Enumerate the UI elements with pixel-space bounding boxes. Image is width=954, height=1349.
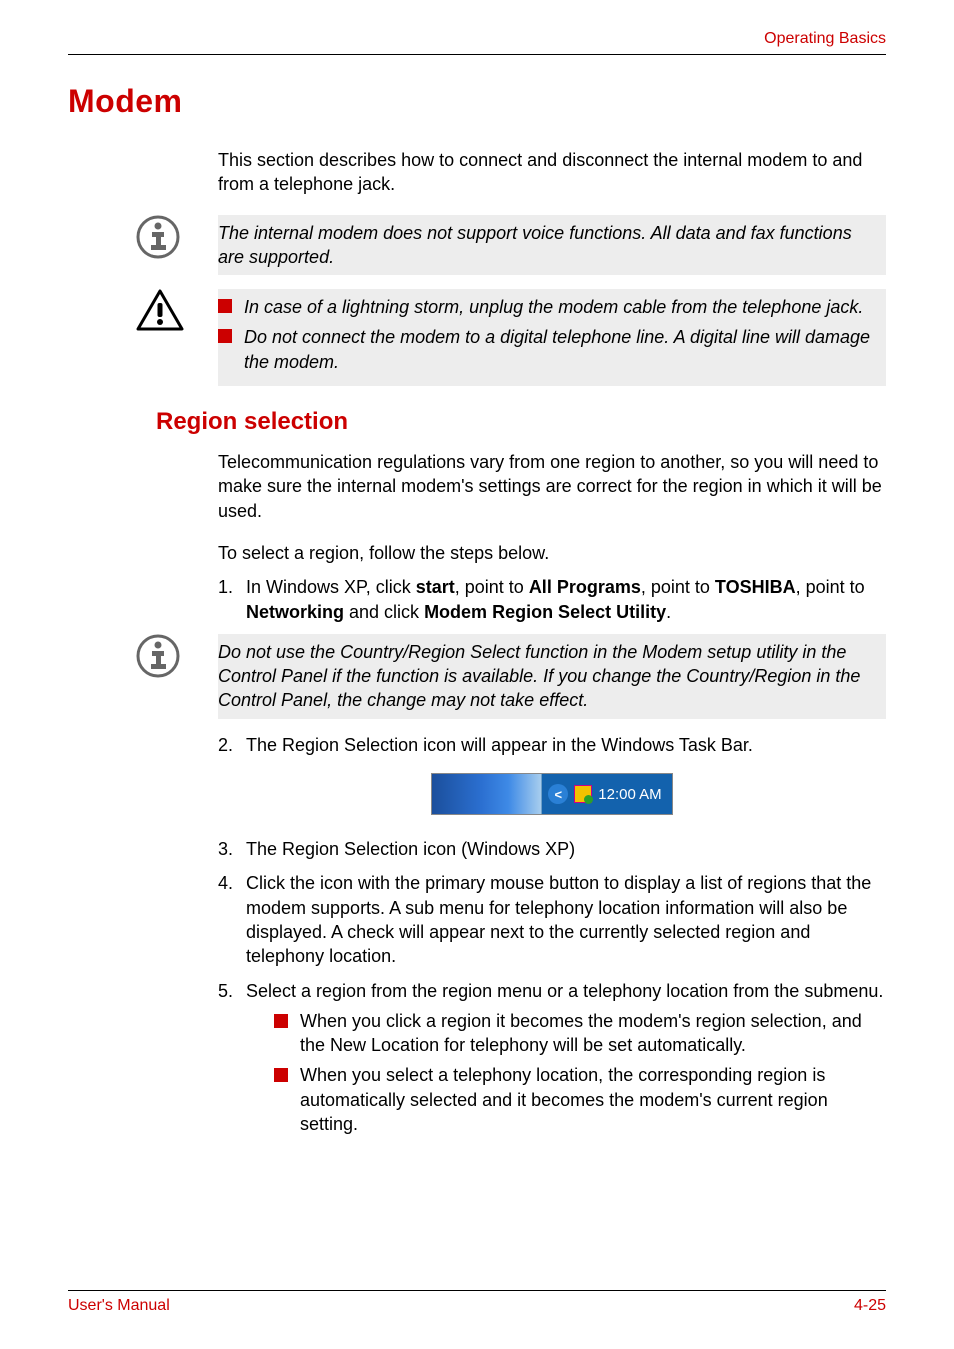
taskbar-gradient — [432, 774, 542, 814]
step-2: 2. The Region Selection icon will appear… — [218, 733, 886, 757]
step-1-b4: Networking — [246, 602, 344, 622]
warning-note: In case of a lightning storm, unplug the… — [68, 289, 886, 386]
subsection-title-region: Region selection — [156, 408, 886, 436]
footer-left: User's Manual — [68, 1297, 170, 1315]
footer-right: 4-25 — [854, 1297, 886, 1315]
step-4: 4. Click the icon with the primary mouse… — [218, 871, 886, 968]
step-1: 1. In Windows XP, click start, point to … — [218, 575, 886, 624]
step-5-sub-1: When you click a region it becomes the m… — [274, 1009, 886, 1058]
region-selection-tray-icon — [574, 785, 592, 803]
warning-bullet-2-text: Do not connect the modem to a digital te… — [244, 325, 876, 374]
step-1-b5: Modem Region Select Utility — [424, 602, 666, 622]
warning-bullet-1: In case of a lightning storm, unplug the… — [218, 295, 876, 319]
step-1-mid2: , point to — [641, 577, 715, 597]
warning-bullet-2: Do not connect the modem to a digital te… — [218, 325, 876, 374]
warning-note-body: In case of a lightning storm, unplug the… — [218, 289, 886, 386]
bullet-square-icon — [274, 1014, 288, 1028]
step-4-text: Click the icon with the primary mouse bu… — [246, 871, 886, 968]
page-footer: User's Manual 4-25 — [68, 1290, 886, 1315]
bullet-square-icon — [218, 299, 232, 313]
info-note-1-text: The internal modem does not support voic… — [218, 215, 886, 276]
step-1-end: . — [666, 602, 671, 622]
taskbar-clock: 12:00 AM — [598, 786, 661, 803]
bullet-square-icon — [218, 329, 232, 343]
warning-bullet-1-text: In case of a lightning storm, unplug the… — [244, 295, 876, 319]
step-5-body: Select a region from the region menu or … — [246, 979, 886, 1143]
step-2-text: The Region Selection icon will appear in… — [246, 733, 886, 757]
taskbar-tray: < 12:00 AM — [542, 774, 671, 814]
section-title-modem: Modem — [68, 83, 886, 120]
windows-taskbar: < 12:00 AM — [431, 773, 672, 815]
region-intro: Telecommunication regulations vary from … — [218, 450, 886, 523]
step-5-sub-1-text: When you click a region it becomes the m… — [300, 1009, 886, 1058]
tray-chevron-icon: < — [548, 784, 568, 804]
header-section-label: Operating Basics — [68, 30, 886, 54]
step-5-sub-2: When you select a telephony location, th… — [274, 1063, 886, 1136]
step-5-num: 5. — [218, 979, 246, 1143]
step-2-num: 2. — [218, 733, 246, 757]
step-4-num: 4. — [218, 871, 246, 968]
step-3-text: The Region Selection icon (Windows XP) — [246, 837, 886, 861]
step-5-sub-2-text: When you select a telephony location, th… — [300, 1063, 886, 1136]
step-5-text: Select a region from the region menu or … — [246, 979, 886, 1003]
step-1-b2: All Programs — [529, 577, 641, 597]
step-3-num: 3. — [218, 837, 246, 861]
step-1-mid1: , point to — [455, 577, 529, 597]
step-1-body: In Windows XP, click start, point to All… — [246, 575, 886, 624]
note-icon-col-2 — [68, 634, 218, 678]
info-icon — [136, 634, 180, 678]
step-1-b1: start — [416, 577, 455, 597]
info-note-2-text: Do not use the Country/Region Select fun… — [218, 634, 886, 719]
step-1-mid3: , point to — [796, 577, 865, 597]
bullet-square-icon — [274, 1068, 288, 1082]
step-5: 5. Select a region from the region menu … — [218, 979, 886, 1143]
intro-paragraph: This section describes how to connect an… — [218, 148, 886, 197]
taskbar-figure: < 12:00 AM — [218, 773, 886, 815]
note-icon-col — [68, 215, 218, 259]
region-lead: To select a region, follow the steps bel… — [218, 541, 886, 565]
header-divider — [68, 54, 886, 55]
step-1-b3: TOSHIBA — [715, 577, 796, 597]
warning-icon — [136, 289, 184, 333]
step-1-mid4: and click — [344, 602, 424, 622]
warning-icon-col — [68, 289, 218, 333]
step-1-num: 1. — [218, 575, 246, 624]
page: Operating Basics Modem This section desc… — [0, 0, 954, 1349]
info-note-1: The internal modem does not support voic… — [68, 215, 886, 276]
info-note-2: Do not use the Country/Region Select fun… — [68, 634, 886, 719]
step-1-pre: In Windows XP, click — [246, 577, 416, 597]
info-icon — [136, 215, 180, 259]
step-3: 3. The Region Selection icon (Windows XP… — [218, 837, 886, 861]
